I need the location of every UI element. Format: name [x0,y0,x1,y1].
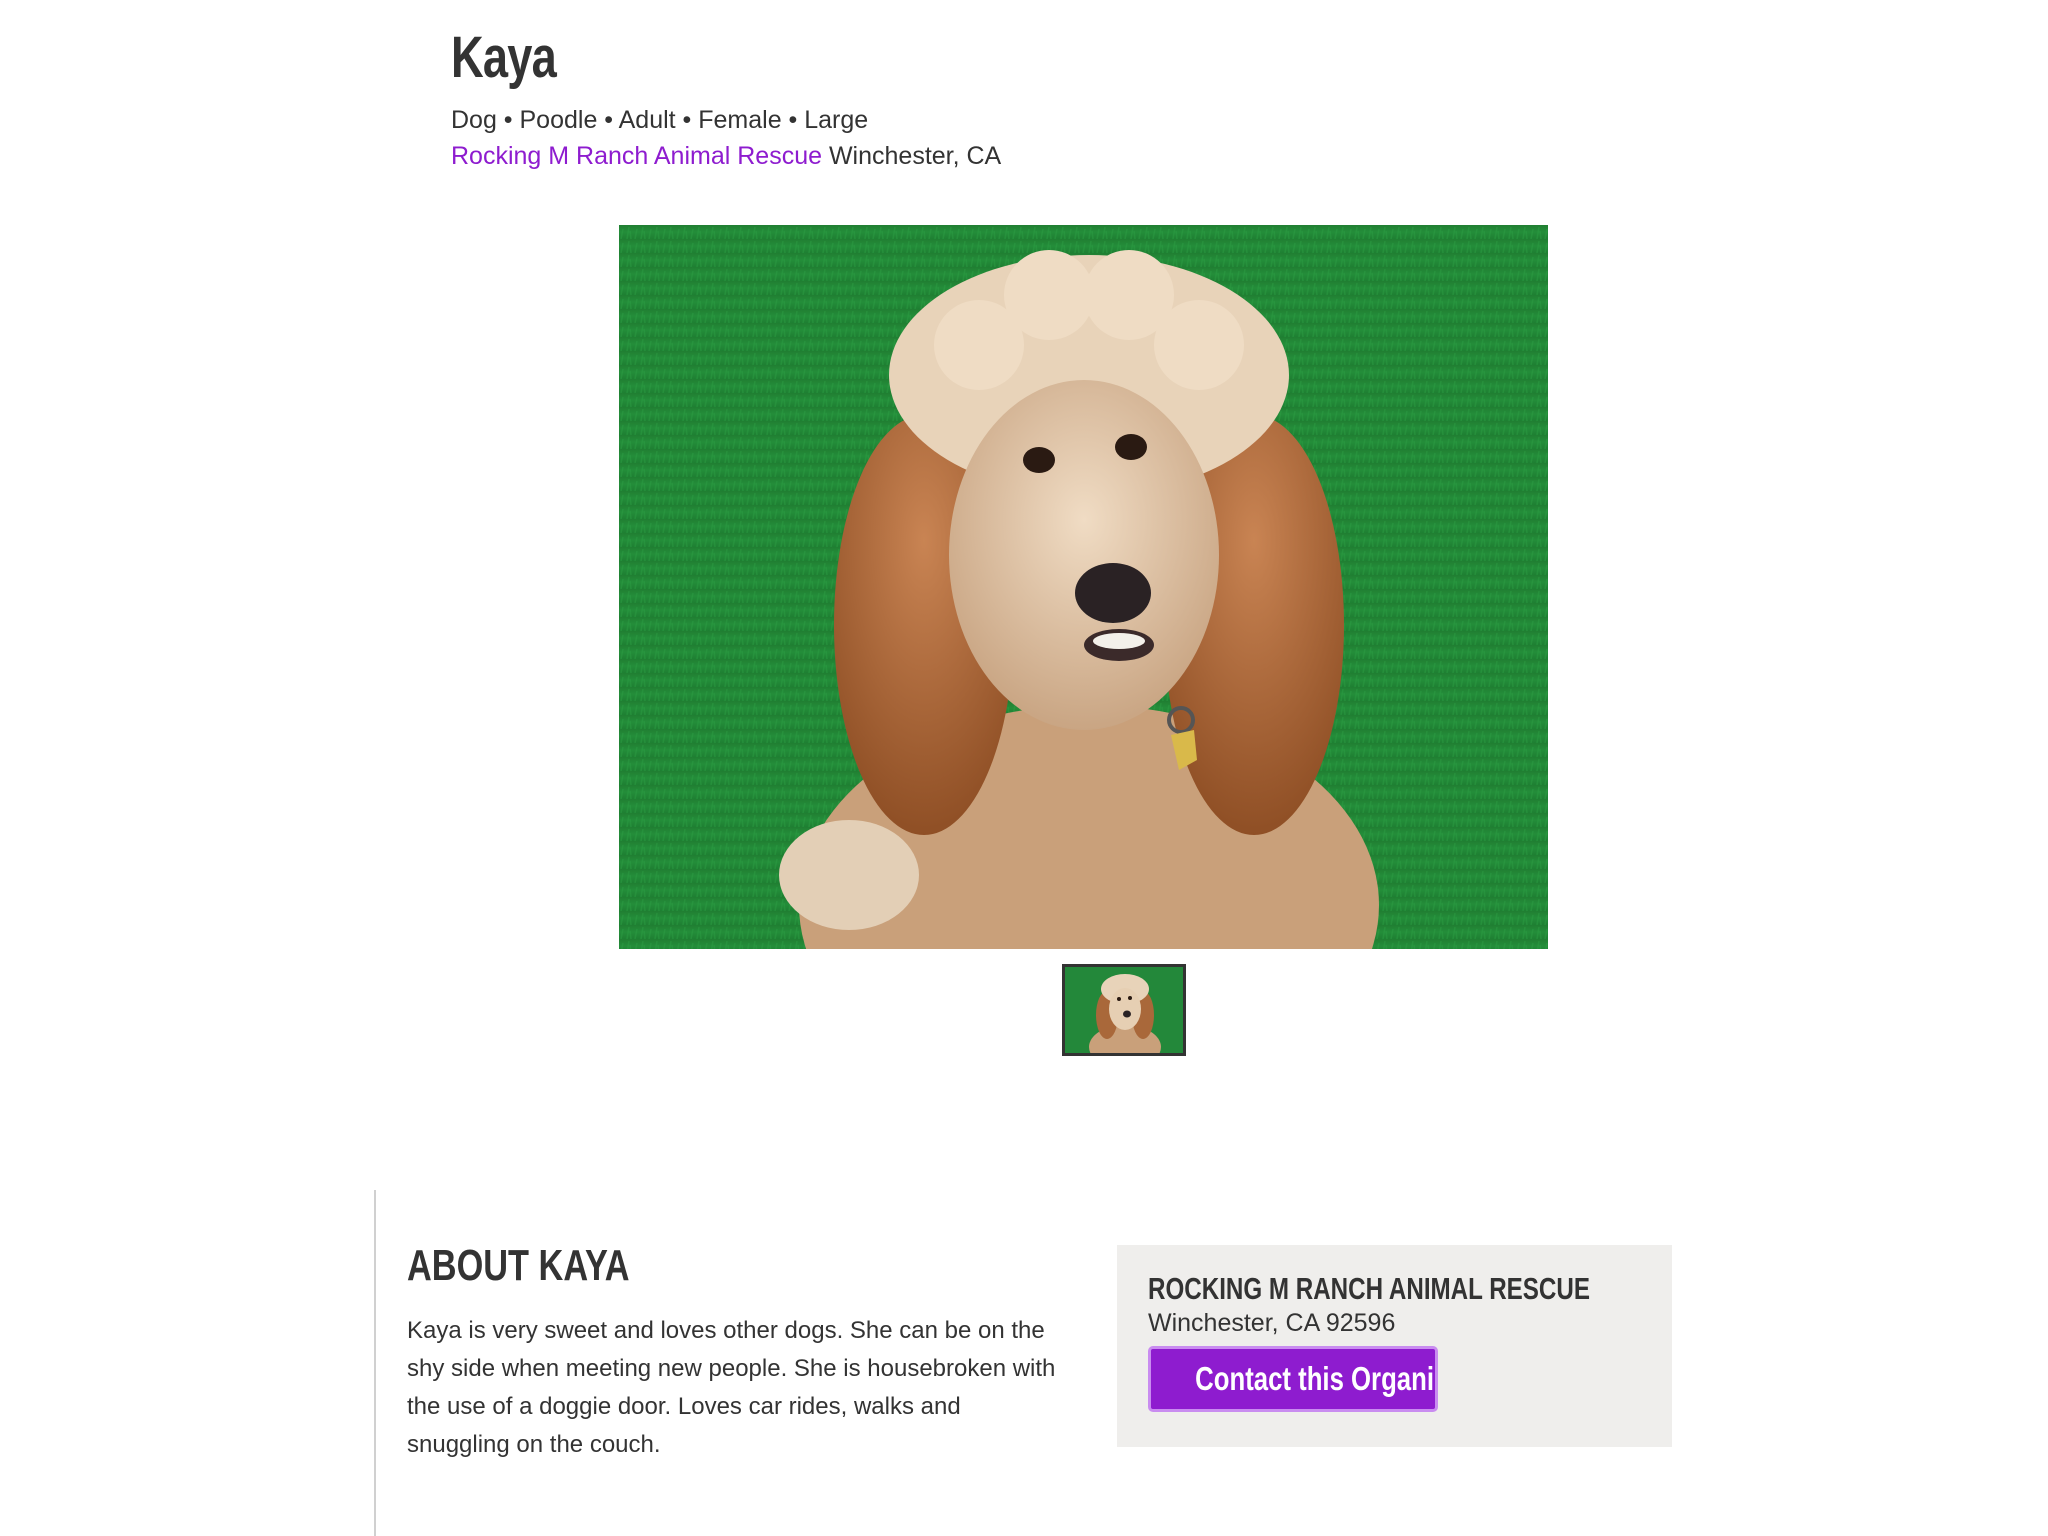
organization-link[interactable]: Rocking M Ranch Animal Rescue [451,142,822,170]
organization-address: Winchester, CA 92596 [1148,1309,1396,1337]
organization-card: ROCKING M RANCH ANIMAL RESCUE Winchester… [1117,1245,1672,1447]
about-text: Kaya is very sweet and loves other dogs.… [407,1317,1056,1458]
about-title: ABOUT KAYA [407,1241,630,1290]
photo-thumbnail[interactable] [1062,964,1186,1056]
poodle-thumbnail-icon [1065,967,1183,1053]
about-section: ABOUT KAYA Kaya is very sweet and loves … [407,1240,1067,1464]
pet-location-line: Rocking M Ranch Animal Rescue Winchester… [451,138,1001,174]
pet-name: Kaya [451,25,557,90]
pet-location: Winchester, CA [828,142,1002,170]
contact-organization-label: Contact this Organization [1195,1360,1435,1397]
organization-name: ROCKING M RANCH ANIMAL RESCUE [1148,1271,1590,1306]
poodle-photo-icon [619,225,1548,949]
contact-organization-button[interactable]: Contact this Organization [1148,1346,1438,1412]
pet-meta: Dog • Poodle • Adult • Female • Large [451,106,869,134]
pet-header: Kaya Dog • Poodle • Adult • Female • Lar… [451,22,1001,174]
main-photo[interactable] [619,225,1548,949]
section-divider [374,1190,376,1536]
